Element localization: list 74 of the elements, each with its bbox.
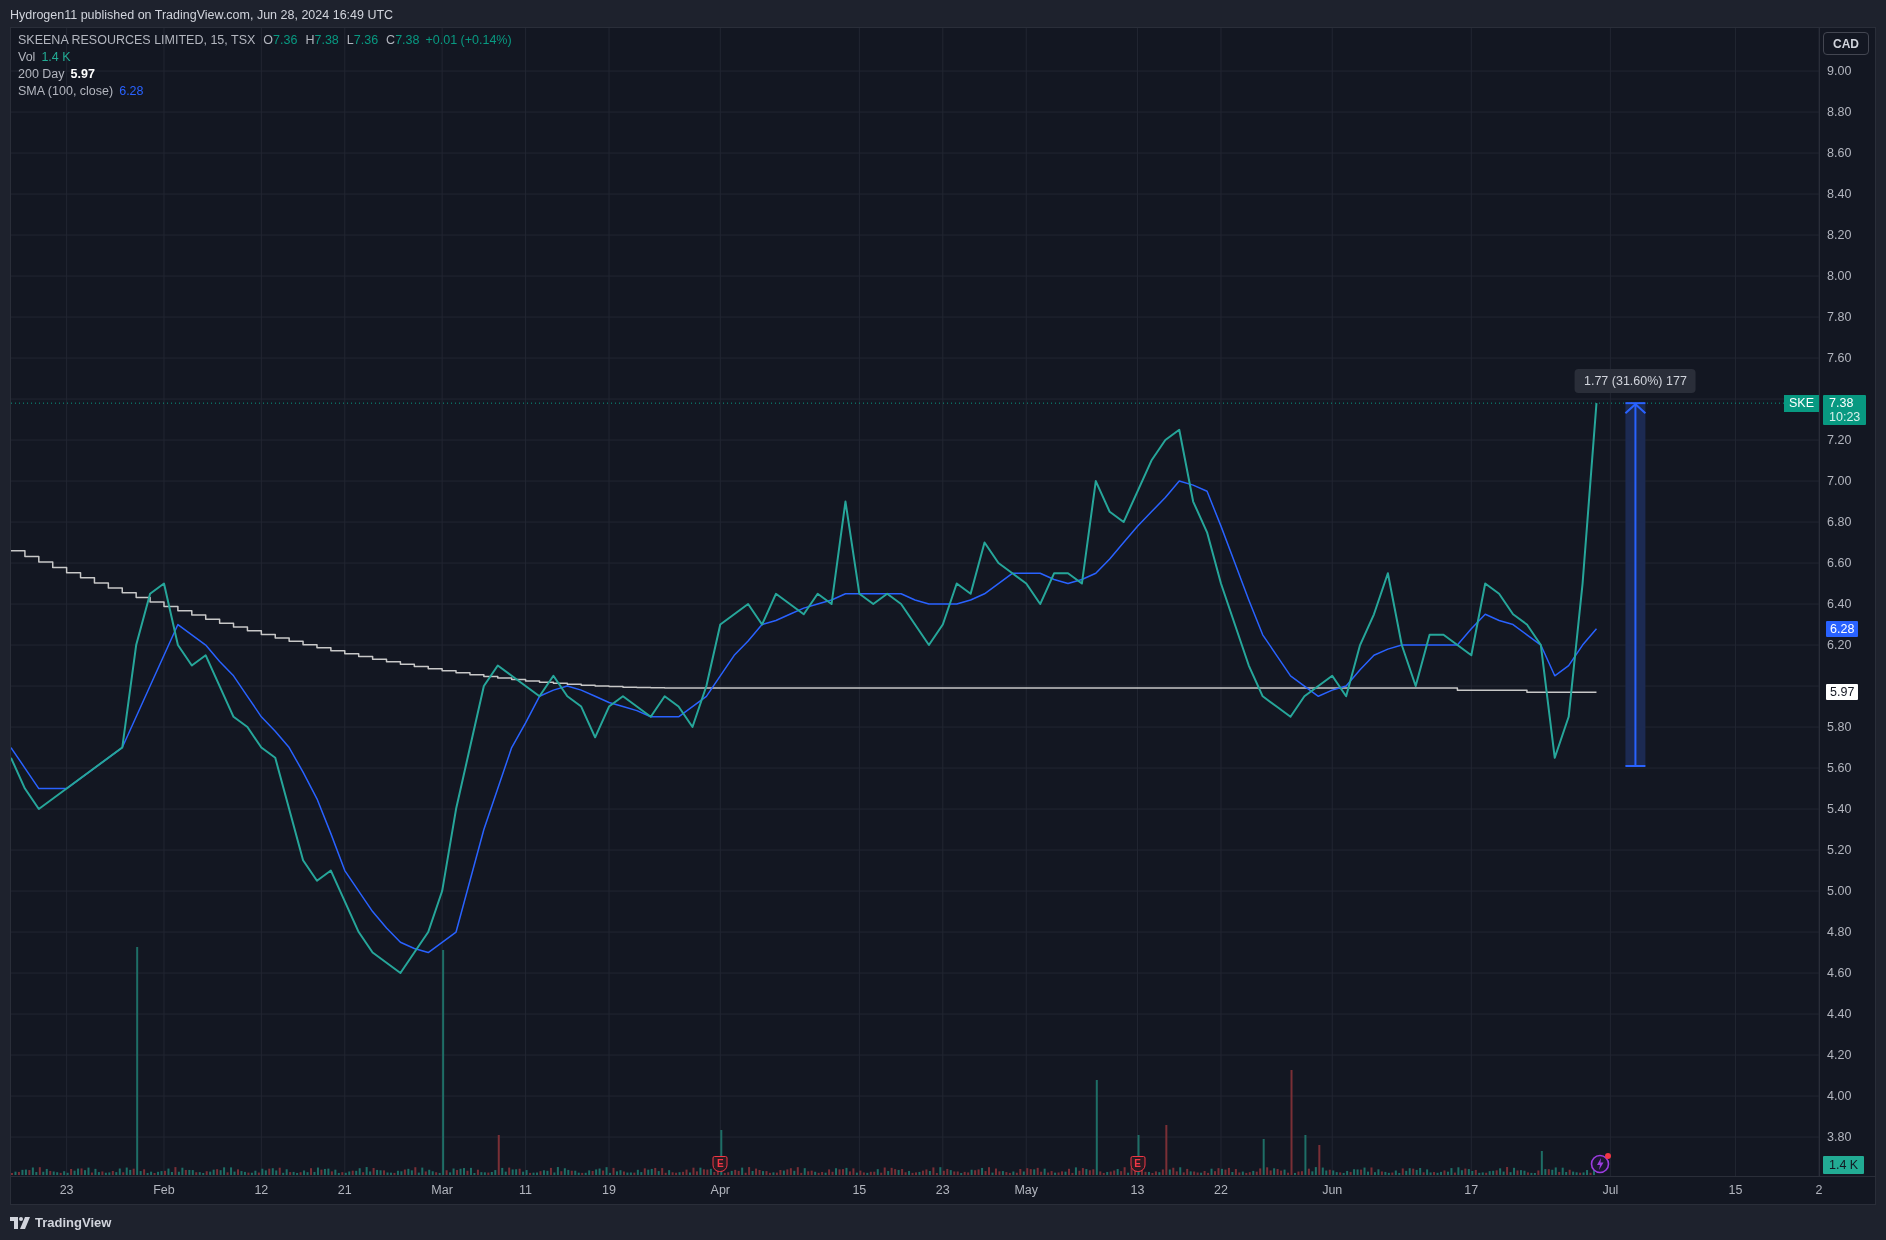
symbol-tag: SKE — [1784, 395, 1819, 413]
volume-badge: 1.4 K — [1823, 1156, 1865, 1174]
ohlc-label: H — [305, 33, 315, 47]
price-label: 7.80 — [1827, 309, 1852, 326]
ohlc-value: 7.38 — [395, 33, 420, 47]
date-label: 2 — [1815, 1183, 1823, 1197]
price-label: 7.00 — [1827, 473, 1852, 490]
logo-icon — [10, 1216, 30, 1229]
ohlc-label: O — [263, 33, 274, 47]
date-label: Jun — [1322, 1183, 1343, 1197]
date-label: 23 — [935, 1183, 950, 1197]
price-range-drawing[interactable] — [1624, 402, 1647, 767]
price-badge: 6.28 — [1826, 620, 1859, 637]
date-label: 13 — [1130, 1183, 1145, 1197]
price-label: 3.80 — [1827, 1129, 1852, 1146]
price-label: 4.00 — [1827, 1088, 1852, 1105]
price-label: 6.20 — [1827, 637, 1852, 654]
price-label: 7.20 — [1827, 432, 1852, 449]
ohlc-label: L — [346, 33, 354, 47]
price-label: 5.20 — [1827, 842, 1852, 859]
countdown-timer: 10:23 — [1829, 410, 1861, 425]
date-label: Jul — [1602, 1183, 1619, 1197]
price-label: 5.60 — [1827, 760, 1852, 777]
indicator-name: SMA (100, close) — [18, 84, 114, 98]
ohlc-value: 7.36 — [273, 33, 298, 47]
price-label: 5.00 — [1827, 883, 1852, 900]
earnings-marker[interactable]: E — [1130, 1156, 1145, 1172]
ohlc-value: 7.38 — [314, 33, 339, 47]
date-label: 11 — [519, 1183, 533, 1197]
date-label: May — [1014, 1183, 1039, 1197]
price-label: 6.60 — [1827, 555, 1852, 572]
date-label: Feb — [153, 1183, 175, 1197]
price-change: +0.01 (+0.14%) — [425, 33, 512, 47]
price-label: 4.60 — [1827, 965, 1852, 982]
lightning-icon[interactable] — [1589, 1152, 1612, 1174]
last-price: 7.38 — [1829, 396, 1855, 411]
price-label: 4.80 — [1827, 924, 1852, 941]
measure-tooltip: 1.77 (31.60%) 177 — [1575, 369, 1696, 394]
price-label: 6.80 — [1827, 514, 1852, 531]
indicator-value: 6.28 — [119, 84, 144, 98]
price-label: 8.80 — [1827, 104, 1852, 121]
price-label: 6.40 — [1827, 596, 1852, 613]
publish-caption: Hydrogen11 published on TradingView.com, Jun 28, 2024 16:49 UTC — [9, 7, 395, 24]
price-label: 5.80 — [1827, 719, 1852, 736]
date-label: 12 — [254, 1183, 269, 1197]
indicator-name: Vol — [18, 50, 36, 64]
indicator-name: 200 Day — [18, 67, 65, 81]
price-label: 9.00 — [1827, 63, 1852, 80]
price-label: 4.20 — [1827, 1047, 1852, 1064]
legend-title: SKEENA RESOURCES LIMITED, 15, TSX — [18, 33, 256, 47]
date-label: 15 — [852, 1183, 867, 1197]
price-label: 7.60 — [1827, 350, 1852, 367]
ohlc-value: 7.36 — [353, 33, 379, 47]
date-label: Apr — [710, 1183, 730, 1197]
date-label: 23 — [59, 1183, 74, 1197]
date-label: 21 — [337, 1183, 352, 1197]
price-label: 8.60 — [1827, 145, 1852, 162]
price-badge: 5.97 — [1826, 684, 1859, 701]
price-label: 4.40 — [1827, 1006, 1852, 1023]
price-label: 8.20 — [1827, 227, 1852, 244]
brand-name: TradingView — [35, 1215, 112, 1230]
indicator-value: 1.4 K — [41, 50, 71, 64]
currency-button[interactable]: CAD — [1823, 32, 1869, 55]
date-label: 15 — [1728, 1183, 1743, 1197]
date-label: Mar — [431, 1183, 453, 1197]
indicator-value: 5.97 — [70, 67, 95, 81]
earnings-marker[interactable]: E — [712, 1156, 728, 1172]
date-label: 19 — [602, 1183, 616, 1197]
date-label: 17 — [1464, 1183, 1479, 1197]
date-label: 22 — [1214, 1183, 1228, 1197]
price-label: 8.00 — [1827, 268, 1852, 285]
ohlc-label: C — [386, 33, 396, 47]
price-label: 8.40 — [1827, 186, 1852, 203]
price-label: 5.40 — [1827, 801, 1852, 818]
